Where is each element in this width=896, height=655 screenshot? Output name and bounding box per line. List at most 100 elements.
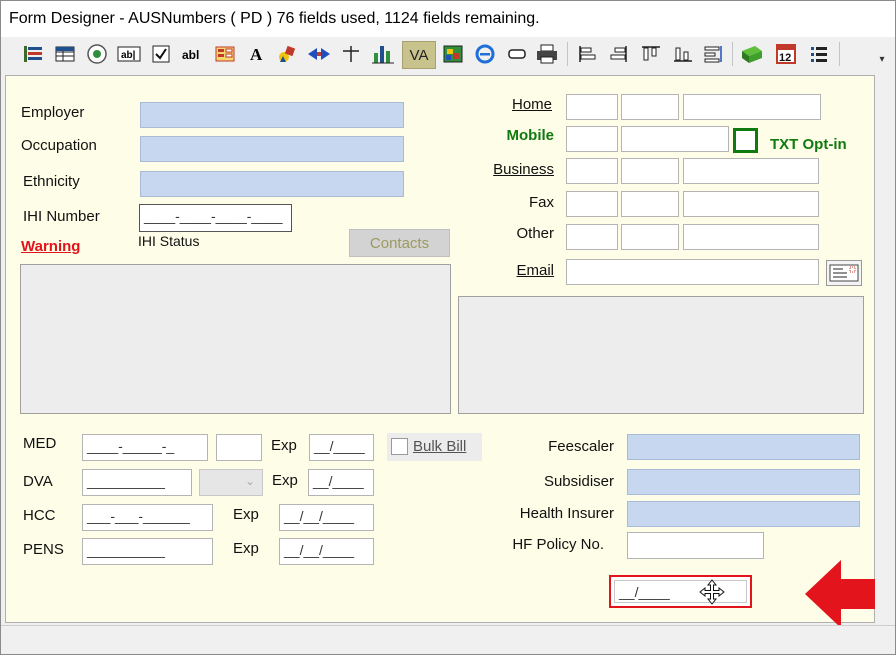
toolbar-overflow-chevron-icon[interactable]: ▾: [873, 51, 891, 69]
ethnicity-label: Ethnicity: [23, 173, 80, 190]
mobile-prefix-field[interactable]: [566, 126, 618, 152]
ethnicity-field[interactable]: [140, 171, 404, 197]
bulk-bill-control[interactable]: Bulk Bill: [387, 433, 482, 461]
svg-text:abl: abl: [182, 48, 199, 62]
warning-label: Warning: [21, 238, 81, 255]
toolbar: ab| abl A VA 12 ▾: [1, 37, 895, 73]
list-icon[interactable]: [805, 41, 833, 67]
email-field[interactable]: [566, 259, 819, 285]
align-left-icon[interactable]: [573, 41, 601, 67]
subsidiser-field[interactable]: [627, 469, 860, 495]
va-label: VA: [409, 46, 429, 64]
pension-number-field[interactable]: __________: [82, 538, 213, 565]
pension-expiry-field[interactable]: __/__/____: [279, 538, 374, 565]
selected-date-field[interactable]: __/____: [609, 575, 752, 608]
address-card-icon[interactable]: [826, 260, 862, 286]
form-fields-icon[interactable]: [211, 41, 239, 67]
distribute-icon[interactable]: [699, 41, 727, 67]
table-icon[interactable]: [51, 41, 79, 67]
radio-button-icon[interactable]: [83, 41, 111, 67]
medicare-ref-field[interactable]: [216, 434, 262, 461]
feescaler-field[interactable]: [627, 434, 860, 460]
dva-expiry-field[interactable]: __/____: [308, 469, 374, 496]
dva-number-field[interactable]: __________: [82, 469, 192, 496]
hcc-expiry-field[interactable]: __/__/____: [279, 504, 374, 531]
home-label: Home: [511, 96, 552, 113]
hf-policy-field[interactable]: [627, 532, 764, 559]
ihi-number-field[interactable]: ____-____-____-____: [139, 204, 292, 232]
med-label: MED: [23, 435, 57, 452]
mobile-label: Mobile: [506, 127, 555, 144]
status-bar: [1, 625, 895, 654]
move-cursor-icon: [699, 579, 725, 605]
home-phone-area-field[interactable]: [566, 94, 618, 120]
textbox-icon[interactable]: ab|: [115, 41, 143, 67]
business-phone-area-field[interactable]: [566, 158, 618, 184]
book-icon[interactable]: [738, 41, 766, 67]
align-right-icon[interactable]: [605, 41, 633, 67]
shapes-icon[interactable]: [273, 41, 301, 67]
employer-field[interactable]: [140, 102, 404, 128]
med-exp-label: Exp: [271, 437, 297, 454]
dva-card-type-select[interactable]: ⌄: [199, 469, 263, 496]
bar-chart-icon[interactable]: [369, 41, 397, 67]
va-tool-button[interactable]: VA: [402, 41, 436, 69]
other-phone-area-field[interactable]: [566, 224, 618, 250]
button-shape-icon[interactable]: [503, 41, 531, 67]
form-canvas[interactable]: Employer Occupation Ethnicity IHI Number…: [5, 75, 875, 628]
hcc-label: HCC: [23, 507, 56, 524]
hcc-number-field[interactable]: ___-___-______: [82, 504, 213, 531]
warning-memo-field[interactable]: [20, 264, 451, 414]
contacts-button[interactable]: Contacts: [349, 229, 450, 257]
home-phone-number-field[interactable]: [683, 94, 821, 120]
ihi-number-label: IHI Number: [23, 208, 100, 225]
font-icon[interactable]: A: [243, 41, 271, 67]
crosshair-icon[interactable]: [337, 41, 365, 67]
toolbar-separator: [839, 42, 840, 66]
toolbar-separator: [567, 42, 568, 66]
pens-exp-label: Exp: [233, 540, 259, 557]
other-label: Other: [516, 225, 554, 242]
other-phone-prefix-field[interactable]: [621, 224, 679, 250]
business-phone-prefix-field[interactable]: [621, 158, 679, 184]
medicare-expiry-field[interactable]: __/____: [309, 434, 374, 461]
pens-label: PENS: [23, 541, 64, 558]
feescaler-label: Feescaler: [548, 438, 614, 455]
internet-explorer-icon[interactable]: [471, 41, 499, 67]
align-bottom-icon[interactable]: [669, 41, 697, 67]
ihi-status-label: IHI Status: [138, 233, 200, 249]
home-phone-prefix-field[interactable]: [621, 94, 679, 120]
tree-view-icon[interactable]: [19, 41, 47, 67]
bulk-bill-checkbox[interactable]: [391, 438, 408, 455]
mobile-number-field[interactable]: [621, 126, 729, 152]
medicare-number-field[interactable]: ____-_____-_: [82, 434, 208, 461]
window-title: Form Designer - AUSNumbers ( PD ) 76 fie…: [9, 10, 540, 27]
occupation-label: Occupation: [21, 137, 97, 154]
business-phone-number-field[interactable]: [683, 158, 819, 184]
selected-date-field-input[interactable]: __/____: [614, 580, 747, 603]
fax-number-field[interactable]: [683, 191, 819, 217]
hf-policy-label: HF Policy No.: [512, 536, 604, 553]
calendar-12-icon[interactable]: 12: [772, 41, 800, 67]
business-label: Business: [493, 161, 554, 178]
hcc-exp-label: Exp: [233, 506, 259, 523]
txt-optin-checkbox[interactable]: [733, 128, 758, 153]
color-map-icon[interactable]: [439, 41, 467, 67]
email-label: Email: [516, 262, 554, 279]
health-insurer-field[interactable]: [627, 501, 860, 527]
label-text-icon[interactable]: abl: [179, 41, 207, 67]
checkbox-icon[interactable]: [147, 41, 175, 67]
txt-optin-label: TXT Opt-in: [770, 136, 847, 153]
fax-area-field[interactable]: [566, 191, 618, 217]
align-top-icon[interactable]: [637, 41, 665, 67]
arrows-icon[interactable]: [305, 41, 333, 67]
svg-text:A: A: [250, 45, 263, 64]
printer-icon[interactable]: [533, 41, 561, 67]
contact-notes-memo-field[interactable]: [458, 296, 864, 414]
subsidiser-label: Subsidiser: [543, 473, 614, 490]
other-phone-number-field[interactable]: [683, 224, 819, 250]
occupation-field[interactable]: [140, 136, 404, 162]
svg-text:ab|: ab|: [121, 50, 136, 61]
svg-text:12: 12: [779, 52, 791, 64]
fax-prefix-field[interactable]: [621, 191, 679, 217]
